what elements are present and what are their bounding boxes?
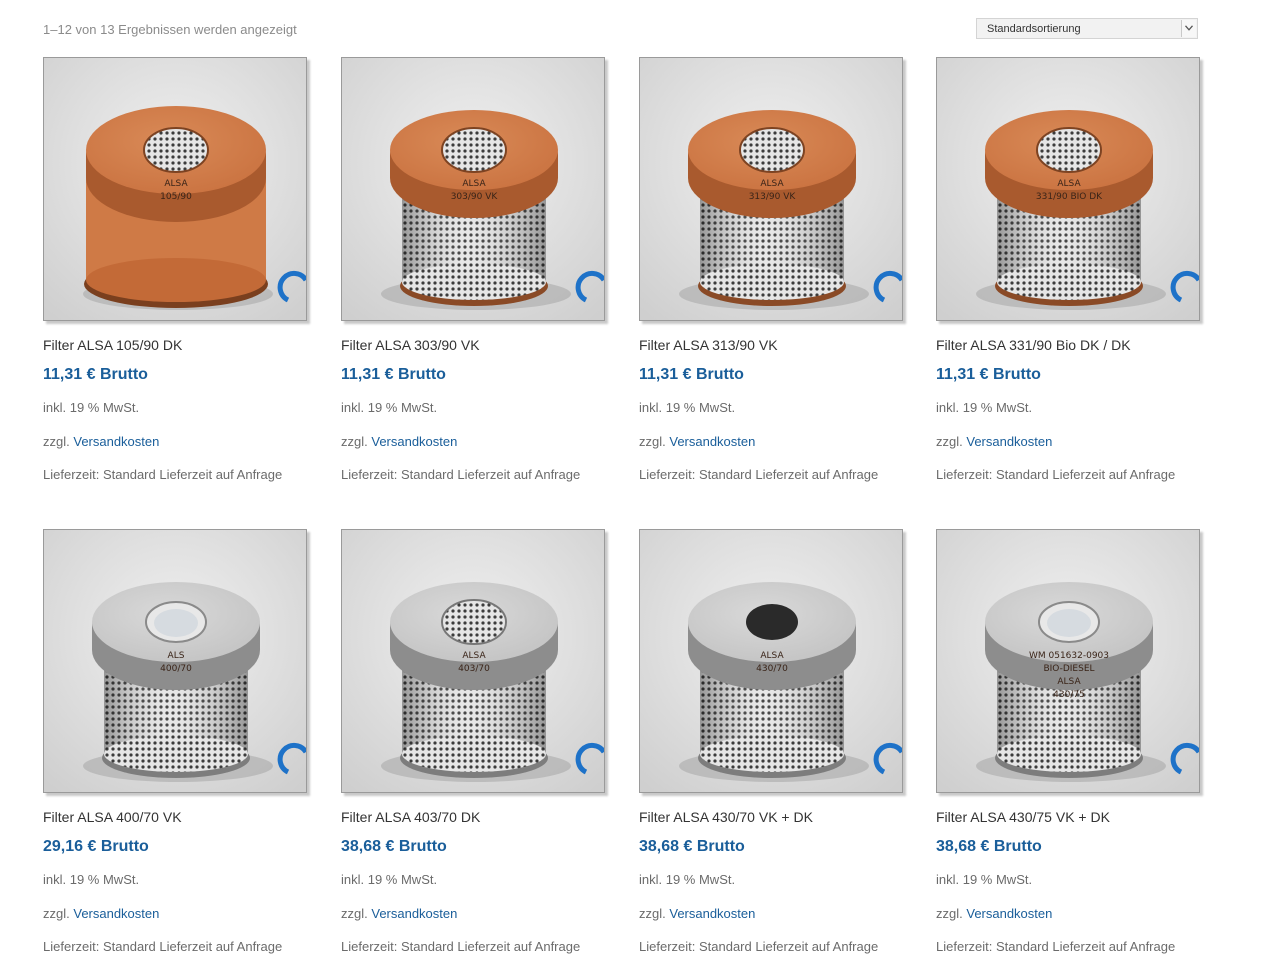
tax-note: inkl. 19 % MwSt. <box>43 872 140 887</box>
chevron-down-icon <box>1181 20 1196 37</box>
product-listing-page: 1–12 von 13 Ergebnissen werden angezeigt… <box>0 0 1279 957</box>
shipping-costs-link[interactable]: Versandkosten <box>966 434 1052 449</box>
product-title-link[interactable]: Filter ALSA 313/90 VK <box>639 337 778 353</box>
product-price: 11,31 € Brutto <box>341 366 446 383</box>
product-price: 29,16 € Brutto <box>43 838 149 855</box>
product-price: 38,68 € Brutto <box>341 838 447 855</box>
shipping-costs-link[interactable]: Versandkosten <box>966 906 1052 921</box>
svg-text:ALSA: ALSA <box>1057 179 1081 189</box>
tax-note: inkl. 19 % MwSt. <box>43 400 140 415</box>
svg-text:ALSA: ALSA <box>760 179 784 189</box>
shipping-note: zzgl. Versandkosten <box>341 906 457 921</box>
shipping-prefix: zzgl. <box>639 434 666 449</box>
shipping-note: zzgl. Versandkosten <box>639 434 755 449</box>
svg-text:430/75: 430/75 <box>1053 690 1085 700</box>
result-count: 1–12 von 13 Ergebnissen werden angezeigt <box>43 22 297 37</box>
shipping-note: zzgl. Versandkosten <box>936 906 1052 921</box>
product-image-link[interactable]: ALSA 331/90 BIO DK <box>936 57 1200 321</box>
shipping-prefix: zzgl. <box>639 906 666 921</box>
product-title-link[interactable]: Filter ALSA 430/70 VK + DK <box>639 809 813 825</box>
svg-text:WM 051632-0903: WM 051632-0903 <box>1029 651 1109 661</box>
tax-note: inkl. 19 % MwSt. <box>639 400 736 415</box>
shipping-note: zzgl. Versandkosten <box>639 906 755 921</box>
filter-image: ALS 400/70 <box>44 530 306 792</box>
shipping-note: zzgl. Versandkosten <box>43 906 159 921</box>
product-price: 11,31 € Brutto <box>936 366 1041 383</box>
shipping-prefix: zzgl. <box>43 434 70 449</box>
delivery-time: Lieferzeit: Standard Lieferzeit auf Anfr… <box>639 467 879 482</box>
shipping-note: zzgl. Versandkosten <box>43 434 159 449</box>
svg-text:303/90 VK: 303/90 VK <box>451 192 499 202</box>
svg-text:ALS: ALS <box>168 651 185 661</box>
shipping-prefix: zzgl. <box>341 906 368 921</box>
svg-text:ALSA: ALSA <box>164 179 188 189</box>
product-image-link[interactable]: ALSA 313/90 VK <box>639 57 903 321</box>
tax-note: inkl. 19 % MwSt. <box>341 400 438 415</box>
svg-text:BIO-DIESEL: BIO-DIESEL <box>1043 664 1094 674</box>
delivery-time: Lieferzeit: Standard Lieferzeit auf Anfr… <box>639 939 879 954</box>
product-image-link[interactable]: ALS 400/70 <box>43 529 307 793</box>
shipping-prefix: zzgl. <box>936 434 963 449</box>
tax-note: inkl. 19 % MwSt. <box>341 872 438 887</box>
delivery-time: Lieferzeit: Standard Lieferzeit auf Anfr… <box>936 939 1176 954</box>
product-image-link[interactable]: ALSA 105/90 <box>43 57 307 321</box>
product-image-link[interactable]: ALSA 430/70 <box>639 529 903 793</box>
svg-text:ALSA: ALSA <box>1057 677 1081 687</box>
product-image-link[interactable]: WM 051632-0903 BIO-DIESEL ALSA 430/75 <box>936 529 1200 793</box>
svg-text:ALSA: ALSA <box>462 179 486 189</box>
tax-note: inkl. 19 % MwSt. <box>639 872 736 887</box>
svg-text:105/90: 105/90 <box>160 192 192 202</box>
product-title-link[interactable]: Filter ALSA 105/90 DK <box>43 337 182 353</box>
product-price: 38,68 € Brutto <box>639 838 745 855</box>
shipping-costs-link[interactable]: Versandkosten <box>73 434 159 449</box>
delivery-time: Lieferzeit: Standard Lieferzeit auf Anfr… <box>341 939 581 954</box>
product-image-link[interactable]: ALSA 403/70 <box>341 529 605 793</box>
product-title-link[interactable]: Filter ALSA 403/70 DK <box>341 809 480 825</box>
filter-image: WM 051632-0903 BIO-DIESEL ALSA 430/75 <box>937 530 1199 792</box>
sort-selected-value: Standardsortierung <box>987 23 1081 35</box>
filter-image: ALSA 105/90 <box>44 58 306 320</box>
shipping-note: zzgl. Versandkosten <box>341 434 457 449</box>
delivery-time: Lieferzeit: Standard Lieferzeit auf Anfr… <box>43 467 283 482</box>
tax-note: inkl. 19 % MwSt. <box>936 872 1033 887</box>
svg-text:430/70: 430/70 <box>756 664 788 674</box>
svg-text:400/70: 400/70 <box>160 664 192 674</box>
shipping-costs-link[interactable]: Versandkosten <box>669 906 755 921</box>
filter-image: ALSA 403/70 <box>342 530 604 792</box>
shipping-costs-link[interactable]: Versandkosten <box>669 434 755 449</box>
svg-text:ALSA: ALSA <box>462 651 486 661</box>
delivery-time: Lieferzeit: Standard Lieferzeit auf Anfr… <box>936 467 1176 482</box>
product-title-link[interactable]: Filter ALSA 331/90 Bio DK / DK <box>936 337 1131 353</box>
product-price: 38,68 € Brutto <box>936 838 1042 855</box>
shipping-prefix: zzgl. <box>341 434 368 449</box>
product-title-link[interactable]: Filter ALSA 430/75 VK + DK <box>936 809 1110 825</box>
product-price: 11,31 € Brutto <box>43 366 148 383</box>
filter-image: ALSA 303/90 VK <box>342 58 604 320</box>
svg-text:ALSA: ALSA <box>760 651 784 661</box>
filter-image: ALSA 313/90 VK <box>640 58 902 320</box>
shipping-costs-link[interactable]: Versandkosten <box>371 906 457 921</box>
delivery-time: Lieferzeit: Standard Lieferzeit auf Anfr… <box>341 467 581 482</box>
product-title-link[interactable]: Filter ALSA 303/90 VK <box>341 337 480 353</box>
shipping-prefix: zzgl. <box>43 906 70 921</box>
product-price: 11,31 € Brutto <box>639 366 744 383</box>
svg-text:313/90 VK: 313/90 VK <box>749 192 797 202</box>
filter-image: ALSA 331/90 BIO DK <box>937 58 1199 320</box>
delivery-time: Lieferzeit: Standard Lieferzeit auf Anfr… <box>43 939 283 954</box>
shipping-costs-link[interactable]: Versandkosten <box>73 906 159 921</box>
shipping-prefix: zzgl. <box>936 906 963 921</box>
shipping-costs-link[interactable]: Versandkosten <box>371 434 457 449</box>
svg-text:331/90 BIO DK: 331/90 BIO DK <box>1036 192 1103 202</box>
svg-text:403/70: 403/70 <box>458 664 490 674</box>
tax-note: inkl. 19 % MwSt. <box>936 400 1033 415</box>
product-image-link[interactable]: ALSA 303/90 VK <box>341 57 605 321</box>
filter-image: ALSA 430/70 <box>640 530 902 792</box>
shipping-note: zzgl. Versandkosten <box>936 434 1052 449</box>
sort-dropdown[interactable]: Standardsortierung <box>976 18 1198 39</box>
product-title-link[interactable]: Filter ALSA 400/70 VK <box>43 809 182 825</box>
